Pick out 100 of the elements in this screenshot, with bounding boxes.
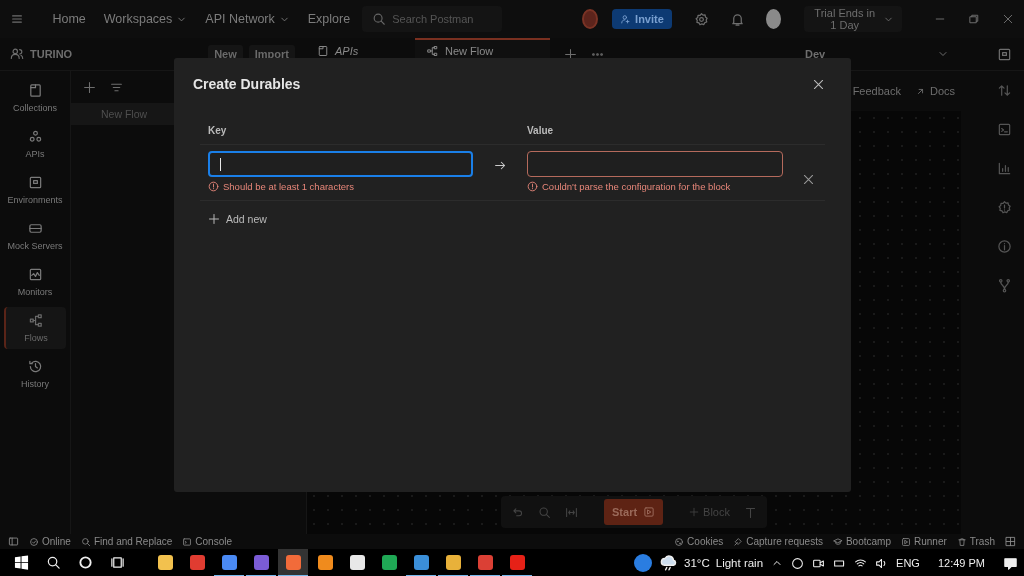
notifications-icon[interactable]: [730, 11, 746, 27]
close-dialog-button[interactable]: [812, 77, 825, 91]
flows-icon: [28, 313, 44, 328]
sidebar-item[interactable]: Mock Servers: [4, 215, 66, 257]
trash-icon: [956, 536, 967, 547]
environment-icon: [997, 46, 1012, 62]
monitor-icon: [27, 267, 43, 282]
invite-button[interactable]: Invite: [612, 9, 672, 29]
plus-icon: [689, 507, 700, 517]
environment-dropdown[interactable]: Dev: [797, 48, 957, 60]
cloud-rain-icon: [660, 554, 679, 572]
status-bar-item[interactable]: Runner: [901, 536, 947, 547]
gear-icon: [694, 11, 710, 27]
menu-icon: [10, 12, 24, 26]
layout-icon: [1005, 536, 1016, 547]
add-new-button[interactable]: Add new: [208, 213, 267, 225]
windows-logo-icon: [13, 554, 29, 570]
task-view-icon: [109, 554, 125, 570]
fork-icon: [997, 278, 1012, 293]
external-link[interactable]: Docs: [914, 85, 955, 97]
clock[interactable]: 12:49 PM: [937, 557, 985, 569]
zoom-icon: [538, 505, 551, 519]
flow-icon: [427, 45, 439, 57]
error-message: Couldn't parse the configuration for the block: [542, 181, 731, 192]
bar-chart-button[interactable]: [997, 161, 1012, 176]
gear-alert-button[interactable]: [997, 200, 1012, 215]
sidebar-item[interactable]: Collections: [4, 77, 66, 119]
search-icon: [45, 554, 61, 570]
terminal-icon: [997, 122, 1012, 137]
sidebar-item[interactable]: History: [4, 353, 66, 395]
taskbar-app[interactable]: [278, 549, 308, 576]
search-icon: [80, 536, 91, 547]
status-bar-item[interactable]: Capture requests: [733, 536, 823, 547]
notification-icon: [1003, 555, 1018, 571]
history-icon: [27, 359, 43, 374]
console-icon: [182, 536, 193, 547]
play-icon: [901, 536, 911, 547]
plus-icon: [208, 213, 220, 225]
mock-server-icon: [27, 221, 43, 236]
column-header: Key: [200, 110, 481, 145]
workspace-name: TURINO: [30, 48, 73, 60]
trial-dropdown[interactable]: Trial Ends in 1 Day: [804, 6, 902, 32]
sort-arrows-icon: [997, 83, 1012, 98]
error-icon: [527, 181, 538, 192]
status-bar-item[interactable]: Cookies: [674, 536, 724, 547]
nav-link[interactable]: Explore: [301, 12, 357, 26]
help-icon[interactable]: [634, 554, 653, 572]
weather-condition: Light rain: [715, 557, 764, 569]
sidebar-icon: [8, 536, 19, 547]
fork-button[interactable]: [997, 278, 1012, 293]
toggle-sidebar-button[interactable]: [8, 536, 19, 547]
sidebar-item[interactable]: APIs: [4, 123, 66, 165]
info-icon: [997, 239, 1012, 254]
plus-icon: [564, 47, 577, 61]
sidebar-item[interactable]: Monitors: [4, 261, 66, 303]
environment-quick-look-button[interactable]: [997, 46, 1012, 62]
avatar[interactable]: [766, 9, 781, 29]
restore-icon: [968, 13, 980, 25]
status-bar-item[interactable]: Bootcamp: [832, 536, 891, 547]
status-bar-item[interactable]: Find and Replace: [80, 536, 173, 547]
new-tab-button[interactable]: [564, 47, 577, 61]
settings-icon[interactable]: [694, 11, 710, 27]
online-status-icon: [29, 536, 39, 547]
circle-icon: [77, 554, 93, 570]
tab[interactable]: APIs: [305, 38, 415, 70]
search-field[interactable]: Search Postman: [362, 6, 503, 32]
nav-link[interactable]: API Network: [199, 12, 296, 26]
apis-icon: [27, 129, 43, 144]
plus-icon: [83, 80, 96, 94]
status-bar-item[interactable]: Console: [182, 536, 232, 547]
graduation-cap-icon: [832, 536, 843, 547]
environments-icon: [27, 175, 43, 190]
cookie-icon: [674, 536, 685, 547]
close-icon: [801, 173, 815, 186]
terminal-button[interactable]: [997, 122, 1012, 137]
close-button[interactable]: [1002, 13, 1014, 25]
arrow-right-icon: [493, 159, 507, 172]
sort-arrows-button[interactable]: [997, 83, 1012, 98]
status-bar-item[interactable]: Trash: [956, 536, 995, 547]
sync-status-icon[interactable]: [582, 9, 599, 29]
language-indicator[interactable]: ENG: [896, 557, 920, 569]
fit-width-icon: [565, 505, 578, 519]
bell-icon: [730, 11, 746, 27]
column-header: Value: [519, 110, 791, 145]
layout-button[interactable]: [1005, 536, 1016, 547]
nav-link[interactable]: Workspaces: [97, 12, 194, 26]
nav-link[interactable]: Home: [46, 12, 92, 26]
value-field[interactable]: [527, 151, 783, 177]
text-icon: [744, 505, 757, 519]
add-flow-button[interactable]: [83, 80, 96, 94]
info-button[interactable]: [997, 239, 1012, 254]
sidebar-item[interactable]: Environments: [4, 169, 66, 211]
search-icon: [372, 12, 387, 26]
start-button[interactable]: Start: [604, 499, 664, 525]
status-bar-item[interactable]: Online: [29, 536, 71, 547]
temperature: 31°C: [684, 557, 710, 569]
capture-icon: [733, 536, 744, 547]
key-field[interactable]: [208, 151, 473, 177]
restore-button[interactable]: [968, 13, 980, 25]
sidebar-item[interactable]: Flows: [4, 307, 66, 349]
